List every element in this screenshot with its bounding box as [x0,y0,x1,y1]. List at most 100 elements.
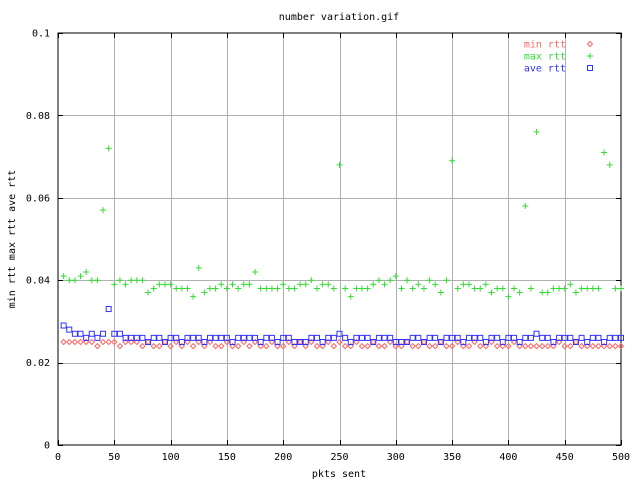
data-point [100,207,107,214]
data-point [544,334,551,341]
data-point [341,342,349,350]
data-point [358,342,366,350]
data-point [409,334,416,341]
data-point [173,285,180,292]
data-point [409,342,416,350]
data-point [612,285,619,292]
data-point [145,289,152,296]
data-point [375,334,382,341]
data-point [403,338,411,346]
data-point [572,339,579,345]
data-point [488,289,495,296]
data-point [128,277,135,284]
data-point [285,285,292,292]
data-point [167,334,174,341]
data-point [105,338,112,346]
data-point [516,289,523,296]
x-axis-label: pkts sent [312,469,366,480]
data-point [190,293,197,300]
data-point [539,289,546,296]
data-point [71,277,78,284]
legend-label: max rtt [524,52,566,63]
data-point [330,285,337,292]
data-point [578,334,585,341]
plot-frame [57,32,622,446]
data-point [139,334,146,341]
data-point [297,339,304,345]
y-tick-labels: 0 0.02 0.04 0.06 0.08 0.1 [26,29,50,452]
data-point [595,342,602,350]
data-point [99,338,107,346]
data-point [465,281,472,288]
data-point [139,277,146,284]
data-point [66,326,73,333]
x-tick-label: 0 [55,452,61,463]
y-tick-label: 0.1 [32,29,50,40]
data-point [556,285,563,292]
data-point [60,273,67,280]
x-tick-label: 400 [499,452,517,463]
data-point [494,285,501,292]
data-point [522,334,529,341]
data-point [111,281,118,288]
data-point [589,334,596,341]
data-point [100,330,107,337]
x-tick-label: 150 [218,452,236,463]
data-point [246,334,253,341]
data-point [212,334,219,341]
data-point [471,285,478,292]
data-point [336,161,343,168]
data-point [77,330,84,337]
data-point [477,342,484,350]
data-point [280,281,287,288]
data-point [184,285,191,292]
data-point [432,334,439,341]
data-point [381,342,388,350]
data-point [207,285,214,292]
data-point [527,285,534,292]
data-point [189,342,197,350]
data-point [347,293,354,300]
data-point [465,334,472,341]
chart-title: number variation.gif [279,12,399,23]
data-point [561,285,568,292]
data-point [618,285,624,292]
legend-label: min rtt [524,40,566,51]
data-point [533,342,540,350]
data-point [105,306,112,313]
data-point [493,342,501,350]
data-point [370,281,377,288]
data-point [527,342,535,350]
data-point [161,338,169,346]
x-tick-label: 200 [274,452,292,463]
data-point [223,285,230,292]
data-point [246,281,253,288]
data-point [291,285,298,292]
data-point [212,342,219,350]
series-ave-rtt [60,306,624,345]
data-point [612,334,619,341]
grid [58,33,621,445]
data-point [432,281,439,288]
data-point [150,285,157,292]
y-tick-label: 0.02 [26,358,50,369]
data-point [145,339,152,345]
data-point [364,342,371,350]
data-point [494,334,501,341]
data-point [415,334,422,341]
data-point [235,285,242,292]
data-point [156,342,163,350]
data-point [77,273,84,280]
x-tick-labels: 0 50 100 150 200 250 300 350 400 450 500 [55,452,630,463]
data-point [313,342,321,350]
data-point [156,334,163,341]
data-point [606,334,613,341]
data-point [370,339,377,345]
data-point [454,285,461,292]
data-point [77,338,84,346]
data-point [342,285,349,292]
data-point [392,273,399,280]
data-point [150,334,157,341]
data-point [212,285,219,292]
y-tick-label: 0 [44,441,50,452]
